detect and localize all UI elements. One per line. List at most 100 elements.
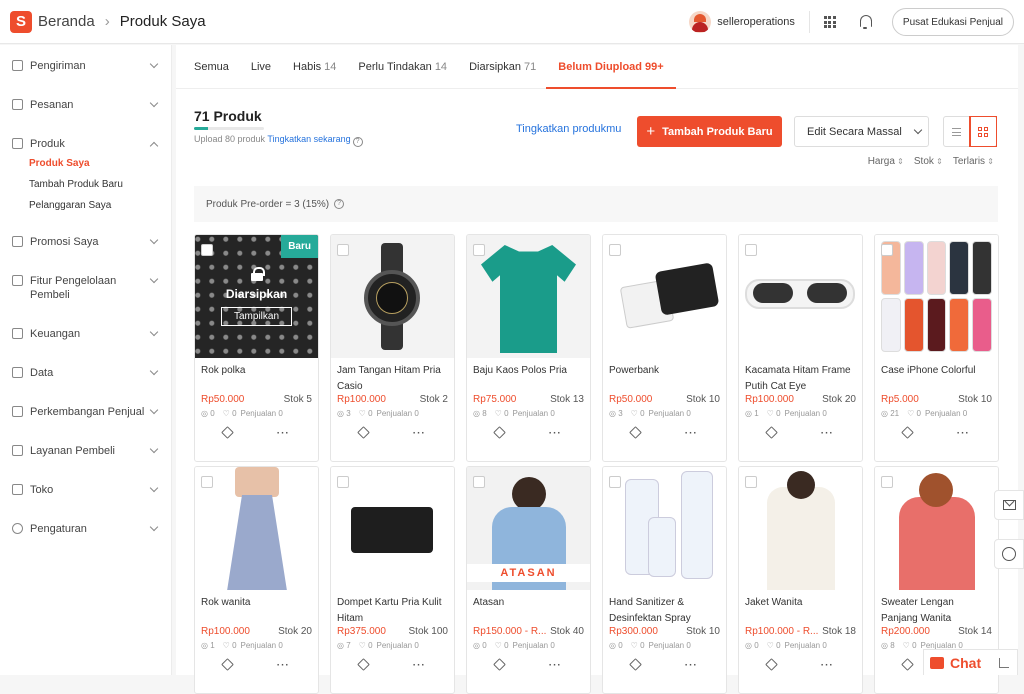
product-image[interactable]: [195, 467, 318, 590]
sidebar-item-pengaturan[interactable]: Pengaturan: [0, 522, 171, 536]
sidebar-item-pengiriman[interactable]: Pengiriman: [0, 59, 171, 73]
edit-pencil-icon[interactable]: [901, 658, 914, 671]
edit-pencil-icon[interactable]: [493, 426, 506, 439]
product-name[interactable]: Dompet Kartu Pria Kulit Hitam: [331, 590, 454, 626]
tab-live[interactable]: Live: [251, 45, 271, 89]
sort-harga[interactable]: Harga: [868, 156, 904, 167]
more-icon[interactable]: ···: [821, 660, 834, 671]
add-product-button[interactable]: +Tambah Produk Baru: [637, 116, 782, 147]
product-card[interactable]: Baju Kaos Polos PriaRp75.000Stok 13◎ 8♡ …: [466, 234, 591, 462]
select-checkbox[interactable]: [473, 244, 485, 256]
more-icon[interactable]: ···: [685, 428, 698, 439]
sidebar-item-keuangan[interactable]: Keuangan: [0, 327, 171, 341]
product-name[interactable]: Powerbank: [603, 358, 726, 394]
expand-icon[interactable]: [999, 658, 1009, 668]
sidebar-item-fitur-pembeli[interactable]: Fitur Pengelolaan Pembeli: [0, 274, 171, 302]
help-icon[interactable]: ?: [334, 199, 344, 209]
username[interactable]: selleroperations: [717, 16, 795, 28]
product-image[interactable]: ATASAN: [467, 467, 590, 590]
edit-pencil-icon[interactable]: [629, 658, 642, 671]
sidebar-item-pesanan[interactable]: Pesanan: [0, 98, 171, 112]
select-checkbox[interactable]: [473, 476, 485, 488]
product-card[interactable]: Rok wanitaRp100.000Stok 20◎ 1♡ 0Penjuala…: [194, 466, 319, 694]
more-icon[interactable]: ···: [413, 428, 426, 439]
edit-pencil-icon[interactable]: [629, 426, 642, 439]
sidebar-item-promosi[interactable]: Promosi Saya: [0, 235, 171, 249]
sidebar-item-perkembangan[interactable]: Perkembangan Penjual: [0, 405, 171, 419]
product-image[interactable]: [875, 235, 998, 358]
product-image[interactable]: [331, 467, 454, 590]
select-checkbox[interactable]: [201, 476, 213, 488]
edit-pencil-icon[interactable]: [901, 426, 914, 439]
edit-pencil-icon[interactable]: [221, 658, 234, 671]
product-card[interactable]: Jaket WanitaRp100.000 - R...Stok 18◎ 0♡ …: [738, 466, 863, 694]
more-icon[interactable]: ···: [957, 428, 970, 439]
tab-belum-diupload[interactable]: Belum Diupload 99+: [546, 45, 675, 89]
breadcrumb-home[interactable]: Beranda: [38, 13, 95, 30]
select-checkbox[interactable]: [745, 476, 757, 488]
mass-edit-dropdown[interactable]: Edit Secara Massal: [794, 116, 929, 147]
product-card[interactable]: Case iPhone ColorfulRp5.000Stok 10◎ 21♡ …: [874, 234, 999, 462]
product-image[interactable]: [331, 235, 454, 358]
apps-grid-icon[interactable]: [824, 16, 836, 28]
product-card[interactable]: Kacamata Hitam Frame Putih Cat EyeRp100.…: [738, 234, 863, 462]
tab-perlu-tindakan[interactable]: Perlu Tindakan14: [358, 45, 447, 89]
grid-view-button[interactable]: [970, 117, 997, 146]
sidebar-item-layanan[interactable]: Layanan Pembeli: [0, 444, 171, 458]
sidebar-item-produk[interactable]: Produk: [0, 137, 171, 151]
product-image[interactable]: BaruDiarsipkanTampilkan: [195, 235, 318, 358]
more-icon[interactable]: ···: [549, 660, 562, 671]
edit-pencil-icon[interactable]: [357, 426, 370, 439]
product-card[interactable]: PowerbankRp50.000Stok 10◎ 3♡ 0Penjualan …: [602, 234, 727, 462]
select-checkbox[interactable]: [609, 244, 621, 256]
more-icon[interactable]: ···: [549, 428, 562, 439]
product-card[interactable]: Dompet Kartu Pria Kulit HitamRp375.000St…: [330, 466, 455, 694]
edit-pencil-icon[interactable]: [765, 658, 778, 671]
support-float-button[interactable]: [994, 539, 1024, 569]
inbox-float-button[interactable]: [994, 490, 1024, 520]
list-view-button[interactable]: [944, 117, 970, 146]
edit-pencil-icon[interactable]: [221, 426, 234, 439]
product-image[interactable]: [875, 467, 998, 590]
product-name[interactable]: Hand Sanitizer & Desinfektan Spray: [603, 590, 726, 626]
more-icon[interactable]: ···: [413, 660, 426, 671]
select-checkbox[interactable]: [881, 476, 893, 488]
sidebar-sub-tambah-produk[interactable]: Tambah Produk Baru: [0, 174, 171, 195]
more-icon[interactable]: ···: [685, 660, 698, 671]
product-image[interactable]: [603, 467, 726, 590]
edit-pencil-icon[interactable]: [765, 426, 778, 439]
product-name[interactable]: Case iPhone Colorful: [875, 358, 998, 394]
select-checkbox[interactable]: [609, 476, 621, 488]
product-name[interactable]: Atasan: [467, 590, 590, 626]
edit-pencil-icon[interactable]: [493, 658, 506, 671]
product-name[interactable]: Rok wanita: [195, 590, 318, 626]
product-name[interactable]: Baju Kaos Polos Pria: [467, 358, 590, 394]
product-name[interactable]: Jaket Wanita: [739, 590, 862, 626]
product-card[interactable]: ATASANAtasanRp150.000 - R...Stok 40◎ 0♡ …: [466, 466, 591, 694]
tab-habis[interactable]: Habis14: [293, 45, 336, 89]
product-name[interactable]: Kacamata Hitam Frame Putih Cat Eye: [739, 358, 862, 394]
select-checkbox[interactable]: [337, 476, 349, 488]
product-name[interactable]: Rok polka: [195, 358, 318, 394]
product-image[interactable]: [739, 467, 862, 590]
upgrade-now-link[interactable]: Tingkatkan sekarang: [267, 134, 350, 144]
edu-center-button[interactable]: Pusat Edukasi Penjual: [892, 8, 1014, 36]
select-checkbox[interactable]: [745, 244, 757, 256]
product-image[interactable]: [603, 235, 726, 358]
tab-diarsipkan[interactable]: Diarsipkan71: [469, 45, 536, 89]
more-icon[interactable]: ···: [277, 428, 290, 439]
product-image[interactable]: [739, 235, 862, 358]
sidebar-sub-produk-saya[interactable]: Produk Saya: [0, 153, 171, 174]
product-name[interactable]: Sweater Lengan Panjang Wanita: [875, 590, 998, 626]
product-image[interactable]: [467, 235, 590, 358]
product-card[interactable]: Jam Tangan Hitam Pria CasioRp100.000Stok…: [330, 234, 455, 462]
product-name[interactable]: Jam Tangan Hitam Pria Casio: [331, 358, 454, 394]
edit-pencil-icon[interactable]: [357, 658, 370, 671]
select-checkbox[interactable]: [201, 244, 213, 256]
select-checkbox[interactable]: [881, 244, 893, 256]
help-icon[interactable]: ?: [353, 137, 363, 147]
select-checkbox[interactable]: [337, 244, 349, 256]
bell-icon[interactable]: [858, 14, 872, 30]
sort-terlaris[interactable]: Terlaris: [953, 156, 994, 167]
more-icon[interactable]: ···: [821, 428, 834, 439]
